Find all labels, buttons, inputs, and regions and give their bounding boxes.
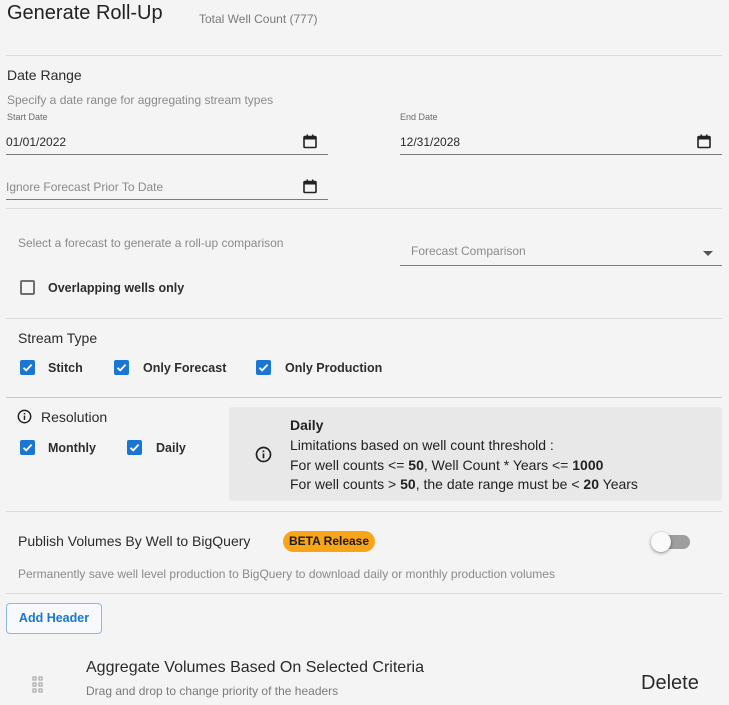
info-line-1: Limitations based on well count threshol… [290, 437, 554, 453]
aggregate-subtitle: Drag and drop to change priority of the … [86, 684, 339, 698]
date-range-hint: Specify a date range for aggregating str… [7, 93, 274, 107]
info-title: Daily [290, 417, 324, 433]
check-icon [22, 363, 33, 372]
info-text: , Well Count * Years <= [423, 457, 573, 473]
dropdown-arrow-icon [703, 251, 713, 256]
info-number: 50 [408, 457, 424, 473]
only-production-label: Only Production [285, 361, 383, 375]
info-text: For well counts <= [290, 457, 409, 473]
info-number: 20 [583, 476, 599, 492]
aggregate-title: Aggregate Volumes Based On Selected Crit… [86, 659, 424, 676]
daily-label: Daily [156, 441, 186, 455]
info-number: 1000 [572, 457, 604, 473]
calendar-icon[interactable] [302, 133, 318, 149]
end-date-field[interactable]: 12/31/2028 [400, 131, 722, 155]
check-icon [129, 443, 140, 452]
check-icon [116, 363, 127, 372]
info-icon[interactable] [17, 409, 32, 424]
divider [6, 55, 722, 56]
info-line-2: For well counts <= 50, Well Count * Year… [290, 457, 603, 473]
start-date-label: Start Date [7, 112, 48, 122]
info-number: 50 [400, 476, 416, 492]
info-text: Years [599, 476, 638, 492]
info-icon [255, 446, 272, 463]
divider [6, 208, 722, 209]
ignore-forecast-placeholder: Ignore Forecast Prior To Date [6, 180, 164, 194]
publish-label: Publish Volumes By Well to BigQuery [18, 533, 251, 549]
page-title: Generate Roll-Up [7, 2, 163, 24]
end-date-value: 12/31/2028 [400, 135, 461, 149]
overlapping-wells-label: Overlapping wells only [48, 281, 185, 295]
daily-limitations-info-box: Daily Limitations based on well count th… [229, 407, 722, 501]
info-text: , the date range must be < [415, 476, 584, 492]
divider [6, 511, 722, 512]
delete-button[interactable]: Delete [641, 672, 699, 695]
check-icon [258, 363, 269, 372]
date-range-heading: Date Range [7, 67, 82, 83]
start-date-value: 01/01/2022 [6, 135, 67, 149]
check-icon [22, 443, 33, 452]
only-forecast-label: Only Forecast [143, 361, 227, 375]
divider [6, 397, 722, 398]
publish-hint: Permanently save well level production t… [18, 567, 555, 581]
divider [6, 593, 722, 594]
monthly-checkbox[interactable] [20, 440, 35, 455]
beta-badge: BETA Release [283, 531, 376, 552]
divider [6, 318, 722, 319]
ignore-forecast-date-field[interactable]: Ignore Forecast Prior To Date [6, 176, 328, 200]
add-header-button[interactable]: Add Header [6, 603, 102, 634]
forecast-comparison-select[interactable]: Forecast Comparison [400, 242, 722, 266]
overlapping-wells-checkbox[interactable] [20, 280, 35, 295]
daily-checkbox[interactable] [127, 440, 142, 455]
drag-handle-icon[interactable] [32, 676, 44, 693]
start-date-field[interactable]: 01/01/2022 [6, 131, 328, 155]
info-text: For well counts > [290, 476, 401, 492]
forecast-hint: Select a forecast to generate a roll-up … [18, 236, 284, 250]
monthly-label: Monthly [48, 441, 96, 455]
only-production-checkbox[interactable] [256, 360, 271, 375]
stitch-label: Stitch [48, 361, 83, 375]
well-count-label: Total Well Count (777) [199, 12, 318, 26]
info-line-3: For well counts > 50, the date range mus… [290, 476, 638, 492]
resolution-heading: Resolution [41, 409, 108, 425]
only-forecast-checkbox[interactable] [114, 360, 129, 375]
end-date-label: End Date [400, 112, 438, 122]
stitch-checkbox[interactable] [20, 360, 35, 375]
forecast-comparison-placeholder: Forecast Comparison [411, 244, 526, 258]
publish-toggle-knob[interactable] [651, 532, 671, 552]
calendar-icon[interactable] [696, 133, 712, 149]
calendar-icon[interactable] [302, 178, 318, 194]
stream-type-heading: Stream Type [18, 330, 98, 346]
